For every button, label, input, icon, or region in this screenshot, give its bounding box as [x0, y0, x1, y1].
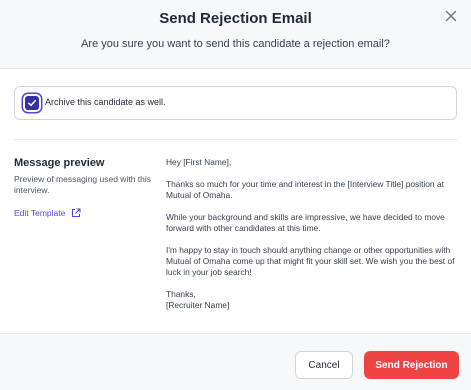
modal-footer: Cancel Send Rejection: [0, 333, 471, 390]
modal-title: Send Rejection Email: [159, 10, 312, 27]
message-preview-body: Hey [First Name], Thanks so much for you…: [166, 157, 462, 311]
modal-subtitle: Are you sure you want to send this candi…: [81, 38, 390, 50]
close-icon[interactable]: [443, 8, 459, 24]
edit-template-link[interactable]: Edit Template: [14, 208, 81, 218]
message-paragraph: Thanks so much for your time and interes…: [166, 179, 444, 200]
message-signoff: Thanks,: [166, 289, 196, 299]
external-link-icon: [72, 208, 81, 218]
modal-header: Send Rejection Email Are you sure you wa…: [0, 0, 471, 69]
archive-label: Archive this candidate as well.: [45, 97, 166, 107]
send-rejection-button[interactable]: Send Rejection: [364, 351, 459, 379]
message-signature: [Recruiter Name]: [166, 300, 230, 310]
edit-template-label: Edit Template: [14, 208, 66, 218]
message-paragraph: While your background and skills are imp…: [166, 212, 445, 233]
message-preview-title: Message preview: [14, 157, 105, 169]
archive-option[interactable]: Archive this candidate as well.: [14, 86, 457, 120]
cancel-button[interactable]: Cancel: [295, 351, 353, 379]
message-greeting: Hey [First Name],: [166, 157, 232, 167]
archive-checkbox[interactable]: [25, 96, 39, 110]
divider: [14, 139, 457, 140]
rejection-email-modal: Send Rejection Email Are you sure you wa…: [0, 0, 471, 390]
message-paragraph: I'm happy to stay in touch should anythi…: [166, 245, 455, 277]
message-preview-description: Preview of messaging used with this inte…: [14, 174, 152, 195]
checkmark-icon: [28, 99, 37, 107]
